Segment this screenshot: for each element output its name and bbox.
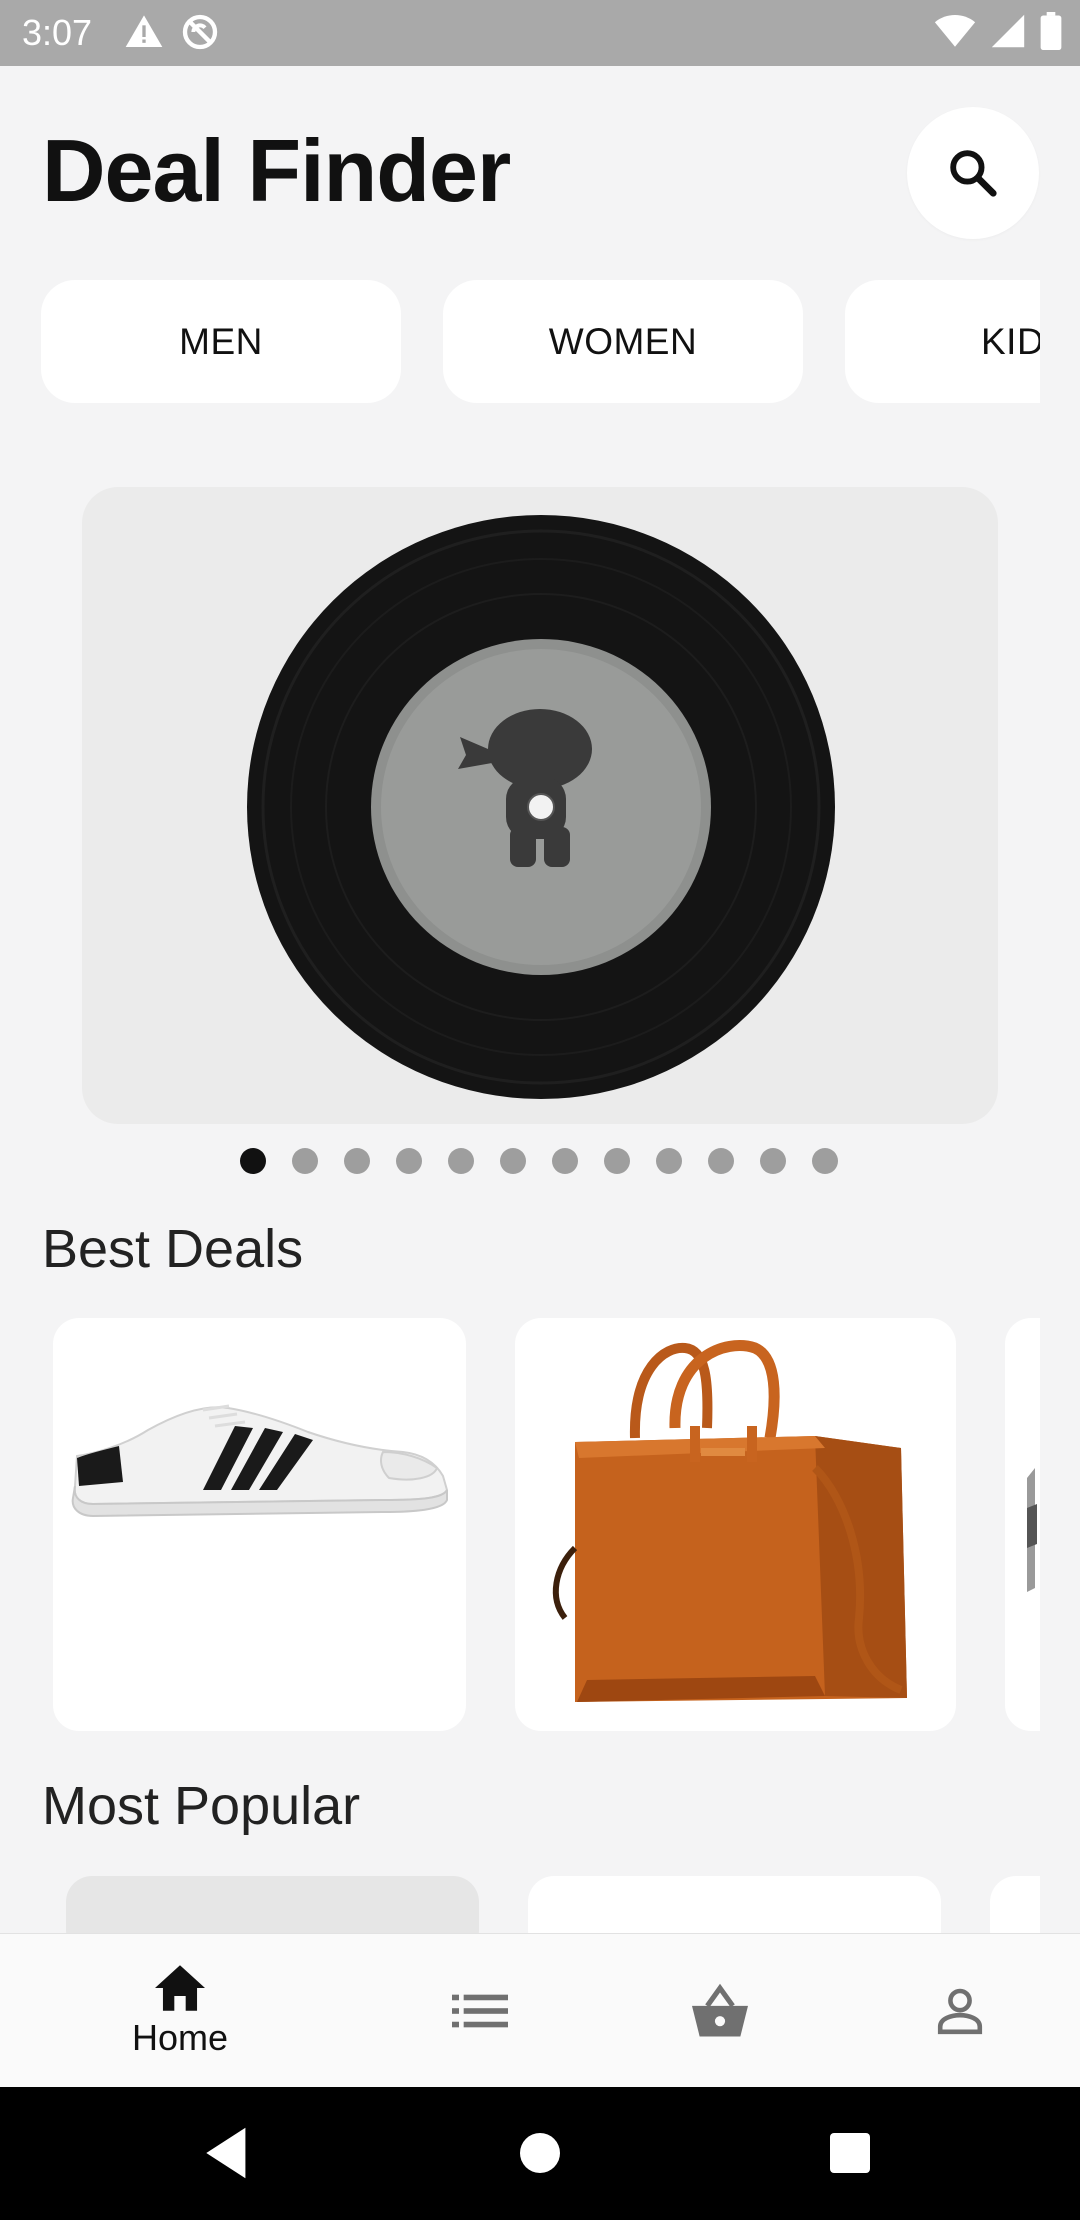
vinyl-record-image: [247, 515, 835, 1099]
best-deals-list: [0, 1318, 1040, 1733]
carousel-dot[interactable]: [292, 1148, 318, 1174]
carousel-dot[interactable]: [448, 1148, 474, 1174]
nav-profile[interactable]: [860, 1934, 1060, 2088]
popular-card[interactable]: [990, 1876, 1040, 1934]
carousel-dot[interactable]: [344, 1148, 370, 1174]
best-deals-title: Best Deals: [42, 1219, 304, 1279]
status-system-icons: [934, 12, 1062, 50]
nav-home[interactable]: Home: [80, 1934, 280, 2088]
status-notification-icons: [124, 12, 220, 52]
category-kids-button[interactable]: KID: [845, 280, 1040, 403]
deal-card-sneaker[interactable]: [53, 1318, 466, 1731]
nav-basket[interactable]: [620, 1934, 820, 2088]
warning-icon: [125, 15, 163, 48]
carousel-dot[interactable]: [708, 1148, 734, 1174]
status-time: 3:07: [22, 12, 93, 53]
basket-icon: [692, 1983, 748, 2037]
carousel-dot[interactable]: [812, 1148, 838, 1174]
carousel-dot[interactable]: [760, 1148, 786, 1174]
system-navigation-bar: [0, 2087, 1080, 2220]
carousel-dot[interactable]: [604, 1148, 630, 1174]
nav-list[interactable]: [380, 1934, 580, 2088]
search-button[interactable]: [907, 107, 1039, 239]
wifi-icon: [934, 15, 976, 47]
most-popular-list: [0, 1876, 1040, 1934]
status-bar: 3:07: [0, 0, 1080, 66]
category-tabs: MEN WOMEN KID: [0, 280, 1040, 405]
carousel-page-indicator: [240, 1148, 838, 1174]
deal-card-handbag[interactable]: [515, 1318, 956, 1731]
popular-card[interactable]: [528, 1876, 941, 1934]
deal-card-partial[interactable]: [1005, 1318, 1040, 1731]
popular-card[interactable]: [66, 1876, 479, 1934]
bottom-navigation: Home: [0, 1933, 1080, 2088]
carousel-dot[interactable]: [552, 1148, 578, 1174]
category-men-button[interactable]: MEN: [41, 280, 401, 403]
battery-icon: [1040, 12, 1062, 50]
category-label: KID: [981, 320, 1040, 362]
featured-carousel[interactable]: [82, 487, 998, 1124]
category-label: MEN: [179, 320, 263, 362]
carousel-dot[interactable]: [396, 1148, 422, 1174]
most-popular-title: Most Popular: [42, 1776, 361, 1836]
sneaker-image: [71, 1404, 449, 1518]
category-women-button[interactable]: WOMEN: [443, 280, 803, 403]
app-title: Deal Finder: [42, 121, 511, 220]
category-label: WOMEN: [548, 320, 698, 362]
home-icon: [155, 1965, 205, 2011]
carousel-dot[interactable]: [656, 1148, 682, 1174]
handbag-image: [552, 1340, 907, 1702]
list-icon: [452, 1994, 508, 2028]
partial-product-image: [1027, 1468, 1037, 1592]
sync-disabled-icon: [182, 14, 218, 50]
nav-home-label: Home: [131, 2017, 229, 2058]
recents-icon[interactable]: [828, 2125, 872, 2181]
carousel-dot[interactable]: [500, 1148, 526, 1174]
signal-icon: [991, 14, 1025, 48]
home-circle-icon[interactable]: [518, 2125, 562, 2181]
profile-icon: [937, 1988, 983, 2035]
carousel-dot[interactable]: [240, 1148, 266, 1174]
search-icon: [950, 150, 997, 197]
back-icon[interactable]: [204, 2125, 250, 2181]
